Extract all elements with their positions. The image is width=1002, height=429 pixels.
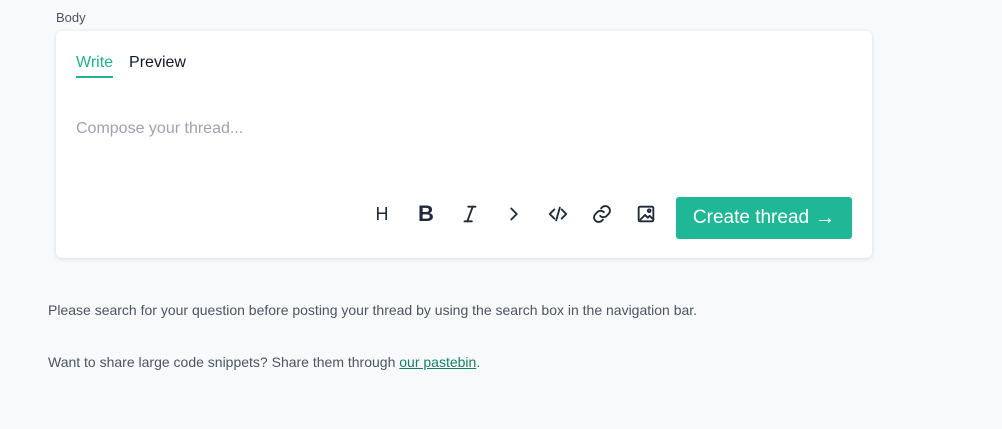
- compose-thread-input[interactable]: [76, 117, 836, 141]
- formatting-toolbar: H B: [366, 198, 662, 230]
- code-button[interactable]: [542, 198, 574, 230]
- create-thread-button[interactable]: Create thread →: [676, 197, 852, 239]
- italic-icon: [463, 205, 477, 223]
- pastebin-link[interactable]: our pastebin: [399, 354, 476, 370]
- search-help-text: Please search for your question before p…: [48, 302, 698, 318]
- italic-button[interactable]: [454, 198, 486, 230]
- tab-preview[interactable]: Preview: [129, 53, 186, 78]
- pastebin-help-prefix: Want to share large code snippets? Share…: [48, 354, 400, 370]
- image-button[interactable]: [630, 198, 662, 230]
- create-thread-label: Create thread: [692, 207, 810, 228]
- body-label: Body: [56, 10, 86, 25]
- pastebin-help-text: Want to share large code snippets? Share…: [48, 353, 480, 371]
- arrow-right-icon: →: [815, 207, 836, 229]
- heading-icon: H: [375, 204, 389, 224]
- bold-icon: B: [418, 201, 434, 226]
- quote-button[interactable]: [498, 198, 530, 230]
- thread-editor: Write Preview H B: [56, 31, 872, 258]
- tab-write[interactable]: Write: [76, 53, 114, 78]
- link-button[interactable]: [586, 198, 618, 230]
- bold-button[interactable]: B: [410, 198, 442, 230]
- quote-icon: [510, 207, 518, 221]
- link-icon: [593, 205, 611, 223]
- heading-button[interactable]: H: [366, 198, 398, 230]
- pastebin-help-suffix: .: [476, 354, 481, 370]
- editor-tabs: Write Preview: [76, 53, 186, 78]
- image-icon: [637, 205, 655, 223]
- code-icon: [548, 206, 568, 222]
